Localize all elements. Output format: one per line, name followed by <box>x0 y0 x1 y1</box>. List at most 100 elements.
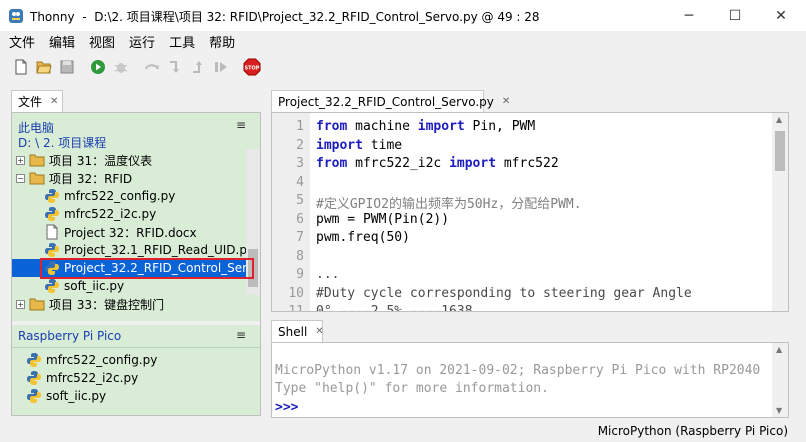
folder-icon <box>29 172 45 185</box>
tab-files-label: 文件 <box>18 95 43 109</box>
menu-file[interactable]: 文件 <box>2 32 42 51</box>
code-token: ... <box>316 267 340 282</box>
device-file-label: mfrc522_i2c.py <box>46 371 139 385</box>
tab-editor[interactable]: Project_32.2_RFID_Control_Servo.py ✕ <box>271 90 510 112</box>
expand-toggle-icon[interactable]: + <box>16 155 25 165</box>
folder-icon <box>29 298 45 311</box>
device-file-item[interactable]: mfrc522_i2c.py <box>12 369 248 387</box>
tree-item[interactable]: mfrc522_i2c.py <box>12 205 248 223</box>
code-line[interactable]: from mfrc522_i2c import mfrc522 <box>316 156 559 171</box>
tree-item[interactable]: soft_iic.py <box>12 277 248 295</box>
tree-item[interactable]: + 项目 33：键盘控制门 <box>12 295 248 313</box>
shell-prompt[interactable]: >>> <box>275 400 298 415</box>
code-token: 50 <box>386 230 403 245</box>
code-line[interactable]: #Duty cycle corresponding to steering ge… <box>316 286 692 301</box>
menu-help[interactable]: 帮助 <box>202 32 242 51</box>
code-token: machine <box>347 119 418 134</box>
code-token: #Duty cycle corresponding to steering ge… <box>316 285 692 301</box>
python-file-icon <box>27 371 41 385</box>
new-file-button[interactable] <box>10 56 32 78</box>
line-number: 11 <box>288 304 304 312</box>
editor-scrollbar[interactable]: ▲ <box>772 113 788 311</box>
code-editor[interactable]: 1 2 3 4 5 6 7 8 9 10 11 from machine import Pin, P… <box>271 112 789 312</box>
resume-button[interactable] <box>210 56 232 78</box>
device-title[interactable]: Raspberry Pi Pico <box>18 329 121 343</box>
code-line[interactable]: pwm.freq(50) <box>316 230 410 245</box>
code-token: ) <box>402 230 410 245</box>
code-line[interactable]: pwm = PWM(Pin(2)) <box>316 212 449 227</box>
step-into-button[interactable] <box>164 56 186 78</box>
code-token: from <box>316 156 348 171</box>
code-token: pwm = PWM(Pin( <box>316 211 426 227</box>
tree-item-label: soft_iic.py <box>64 279 125 293</box>
tree-item-label: Project 32：RFID.docx <box>64 225 197 240</box>
close-button[interactable]: ✕ <box>758 0 804 31</box>
maximize-button[interactable]: ☐ <box>712 0 758 31</box>
svg-text:STOP: STOP <box>245 66 260 72</box>
python-file-icon <box>45 243 59 257</box>
python-file-icon <box>45 279 59 293</box>
save-icon <box>60 60 74 74</box>
step-over-button[interactable] <box>141 56 163 78</box>
device-file-item[interactable]: mfrc522_config.py <box>12 351 248 369</box>
code-line[interactable]: import time <box>316 138 402 153</box>
stop-button[interactable]: STOP <box>241 56 263 78</box>
menu-run[interactable]: 运行 <box>122 32 162 51</box>
debug-button[interactable] <box>110 56 132 78</box>
editor-scroll-thumb[interactable] <box>775 131 785 171</box>
scroll-down-icon[interactable]: ▼ <box>776 406 782 415</box>
tree-item-label: mfrc522_i2c.py <box>64 207 157 221</box>
interpreter-status[interactable]: MicroPython (Raspberry Pi Pico) <box>598 424 788 438</box>
open-folder-icon <box>36 61 52 74</box>
code-line[interactable]: 0° ----2.5% ----1638 <box>316 304 473 311</box>
tree-item-label: mfrc522_config.py <box>64 189 176 203</box>
close-icon[interactable]: ✕ <box>50 96 58 107</box>
tree-item[interactable]: Project_32.1_RFID_Read_UID.py <box>12 241 254 259</box>
code-line[interactable]: from machine import Pin, PWM <box>316 119 535 134</box>
code-token: import <box>316 137 363 153</box>
status-bar: MicroPython (Raspberry Pi Pico) <box>0 420 806 442</box>
step-out-button[interactable] <box>187 56 209 78</box>
menu-view[interactable]: 视图 <box>82 32 122 51</box>
device-file-item[interactable]: soft_iic.py <box>12 387 248 405</box>
code-token: #定义GPIO2的输出频率为50Hz，分配给PWM. <box>316 197 582 212</box>
tree-item-label: 项目 31：温度仪表 <box>49 153 153 168</box>
tree-item[interactable]: + 项目 31：温度仪表 <box>12 151 248 169</box>
menu-tools[interactable]: 工具 <box>162 32 202 51</box>
minimize-button[interactable]: ─ <box>666 0 712 31</box>
expand-toggle-icon[interactable]: + <box>16 299 25 309</box>
panel-divider[interactable] <box>12 321 260 325</box>
computer-menu-icon[interactable]: ≡ <box>236 118 246 132</box>
line-number: 4 <box>296 174 304 190</box>
document-icon <box>46 224 58 240</box>
scroll-up-icon[interactable]: ▲ <box>776 115 782 124</box>
tree-item[interactable]: − 项目 32：RFID <box>12 169 248 187</box>
menu-edit[interactable]: 编辑 <box>42 32 82 51</box>
close-icon[interactable]: ✕ <box>502 96 510 107</box>
tree-item[interactable]: mfrc522_config.py <box>12 187 248 205</box>
computer-path[interactable]: D: \ 2. 项目课程 <box>18 134 106 151</box>
tab-shell[interactable]: Shell ✕ <box>271 320 324 342</box>
expand-toggle-icon[interactable]: − <box>16 173 25 183</box>
tab-files[interactable]: 文件 ✕ <box>11 90 63 112</box>
app-name: Thonny <box>30 10 75 24</box>
bug-icon <box>114 63 128 73</box>
resume-icon <box>215 62 227 72</box>
device-file-label: soft_iic.py <box>46 389 107 403</box>
line-number: 2 <box>296 137 304 153</box>
shell-tab-label: Shell <box>278 324 308 339</box>
open-file-button[interactable] <box>33 56 55 78</box>
close-icon[interactable]: ✕ <box>315 326 323 337</box>
step-into-icon <box>170 61 179 73</box>
device-menu-icon[interactable]: ≡ <box>236 328 246 342</box>
run-button[interactable] <box>87 56 109 78</box>
toolbar: STOP <box>0 52 806 82</box>
scroll-up-icon[interactable]: ▲ <box>776 345 782 354</box>
save-file-button[interactable] <box>56 56 78 78</box>
shell-scrollbar[interactable]: ▲ ▼ <box>772 343 788 417</box>
tree-item[interactable]: Project 32：RFID.docx <box>12 223 248 241</box>
shell-console[interactable]: MicroPython v1.17 on 2021-09-02; Raspber… <box>271 342 789 418</box>
code-line[interactable]: #定义GPIO2的输出频率为50Hz，分配给PWM. <box>316 193 582 212</box>
line-number: 1 <box>296 119 304 134</box>
code-line[interactable]: ... <box>316 267 339 282</box>
